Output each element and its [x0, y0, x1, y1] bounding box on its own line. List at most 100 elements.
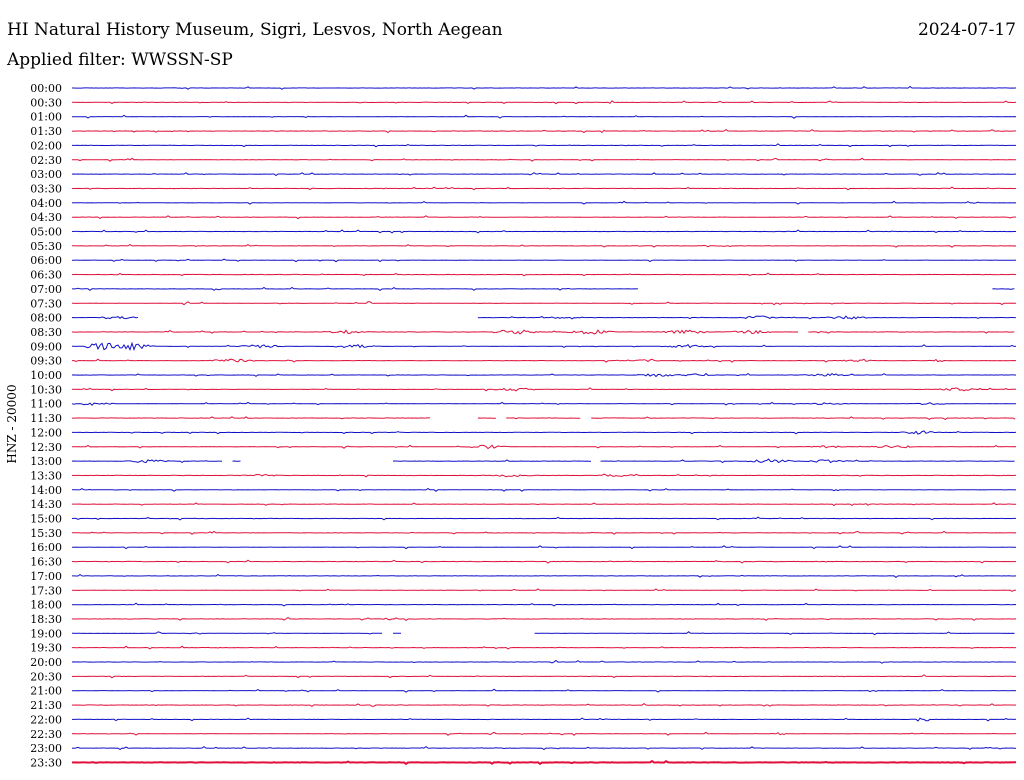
trace-line [71, 702, 1017, 708]
trace-line [71, 516, 1016, 521]
trace-line [71, 186, 1017, 191]
trace-line [72, 645, 1017, 650]
trace-line [71, 674, 1017, 679]
time-tick-label: 00:30 [30, 96, 62, 109]
trace-line [808, 331, 1015, 334]
time-tick-label: 09:00 [30, 340, 62, 353]
trace-line [72, 631, 382, 635]
trace-line [71, 243, 1017, 248]
time-tick-label: 23:30 [30, 756, 62, 769]
time-tick-label: 10:30 [30, 383, 62, 396]
time-tick-label: 19:00 [30, 627, 62, 640]
trace-line [71, 372, 1017, 378]
trace-line [591, 416, 1016, 421]
time-tick-label: 16:00 [30, 541, 62, 554]
trace-line [534, 631, 1015, 636]
trace-line [71, 530, 1017, 535]
trace-line [71, 588, 1017, 592]
trace-line [992, 288, 1015, 290]
trace-line [72, 286, 639, 292]
trace-line [71, 473, 1016, 478]
y-axis-label: HNZ - 20000 [5, 384, 19, 463]
time-tick-label: 00:00 [30, 82, 62, 95]
trace-line [72, 488, 1017, 492]
time-tick-label: 06:30 [30, 269, 62, 282]
time-tick-label: 06:00 [30, 254, 62, 267]
time-tick-label: 08:30 [30, 326, 62, 339]
time-tick-label: 09:30 [30, 355, 62, 368]
trace-line [71, 745, 1016, 751]
time-tick-label: 20:00 [30, 656, 62, 669]
trace-line [71, 731, 1017, 736]
trace-line [72, 143, 1016, 148]
time-tick-label: 20:30 [30, 670, 62, 683]
time-tick-label: 03:00 [30, 168, 62, 181]
time-tick-label: 15:00 [30, 513, 62, 526]
time-tick-label: 18:30 [30, 613, 62, 626]
trace-line [71, 387, 1016, 392]
trace-line [72, 128, 1017, 134]
trace-line [71, 688, 1017, 693]
trace-line [71, 114, 1017, 119]
trace-line [72, 341, 1017, 352]
trace-line [72, 416, 431, 420]
time-tick-label: 05:00 [30, 226, 62, 239]
trace-line [72, 358, 1017, 363]
time-tick-label: 05:30 [30, 240, 62, 253]
time-label-group: 00:0000:30 01:0001:3002:00 02:3003:0003:30… [30, 82, 62, 769]
trace-line [71, 459, 223, 464]
trace-line [71, 258, 1017, 263]
trace-line [71, 157, 1016, 162]
trace-line [71, 602, 1017, 607]
time-tick-label: 01:00 [30, 111, 62, 124]
trace-line [392, 459, 591, 462]
time-tick-label: 11:30 [30, 412, 62, 425]
time-tick-label: 12:00 [30, 426, 62, 439]
trace-line [72, 573, 1017, 579]
time-tick-label: 02:30 [30, 154, 62, 167]
trace-line [506, 417, 581, 420]
trace-group [71, 85, 1017, 766]
trace-line [71, 272, 1017, 277]
time-tick-label: 07:00 [30, 283, 62, 296]
trace-line [71, 616, 1017, 622]
trace-line [71, 545, 1017, 550]
trace-line [71, 401, 1016, 406]
trace-line [72, 717, 1017, 722]
trace-line [71, 301, 1016, 306]
trace-line [72, 215, 1017, 220]
time-tick-label: 02:00 [30, 139, 62, 152]
time-tick-label: 23:00 [30, 742, 62, 755]
time-tick-label: 16:30 [30, 556, 62, 569]
trace-line [71, 329, 799, 335]
trace-line [71, 200, 1017, 205]
trace-line [72, 85, 1017, 90]
time-tick-label: 11:00 [30, 398, 62, 411]
time-tick-label: 22:00 [30, 713, 62, 726]
trace-line [71, 559, 1017, 564]
time-tick-label: 13:00 [30, 455, 62, 468]
time-tick-label: 12:30 [30, 441, 62, 454]
time-tick-label: 19:30 [30, 642, 62, 655]
time-tick-label: 10:00 [30, 369, 62, 382]
helicorder-plot: 00:0000:30 01:0001:3002:00 02:3003:0003:30… [5, 82, 1017, 769]
time-tick-label: 17:00 [30, 570, 62, 583]
trace-line [71, 659, 1016, 664]
time-tick-label: 22:30 [30, 728, 62, 741]
time-tick-label: 15:30 [30, 527, 62, 540]
time-tick-label: 01:30 [30, 125, 62, 138]
trace-line [600, 458, 1015, 464]
trace-line [71, 759, 1016, 766]
trace-line [71, 444, 1017, 450]
time-tick-label: 04:30 [30, 211, 62, 224]
trace-line [71, 229, 1016, 234]
trace-line [71, 172, 1017, 177]
time-tick-label: 04:00 [30, 197, 62, 210]
trace-line [71, 100, 1017, 105]
time-tick-label: 07:30 [30, 297, 62, 310]
time-tick-label: 14:30 [30, 498, 62, 511]
time-tick-label: 13:30 [30, 469, 62, 482]
trace-line [71, 316, 139, 320]
time-tick-label: 21:00 [30, 685, 62, 698]
time-tick-label: 03:30 [30, 182, 62, 195]
